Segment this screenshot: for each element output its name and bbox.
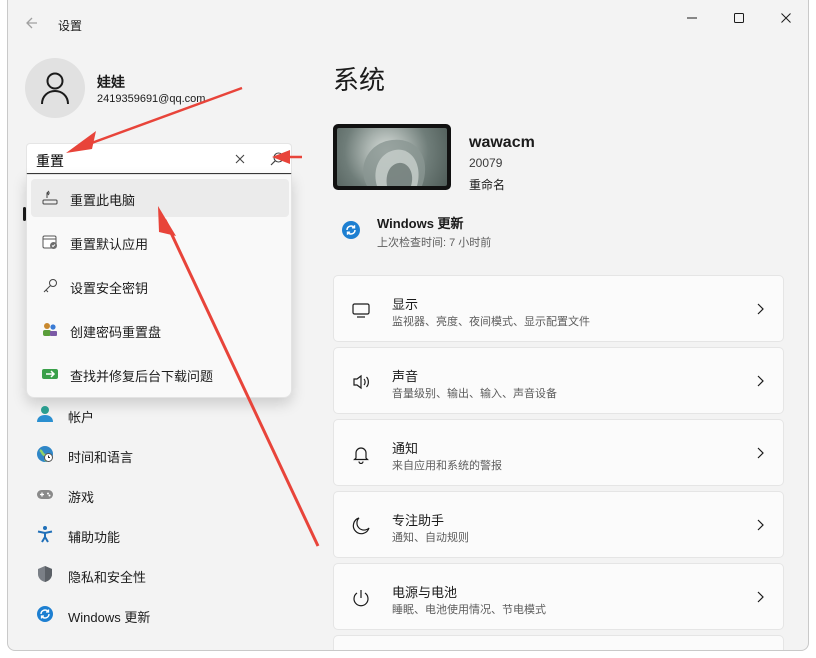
privacy-shield-icon [38,566,52,582]
search-result-label: 重置默认应用 [70,237,149,252]
moon-icon [352,517,370,535]
download-fix-icon [42,369,58,379]
sidebar-item-accessibility[interactable]: 辅助功能 [30,516,300,552]
minimize-icon [687,17,697,19]
windows-update-title[interactable]: Windows 更新 [377,213,464,232]
app-title: 设置 [58,19,83,33]
maximize-button[interactable] [719,8,759,28]
card-sound[interactable]: 声音 音量级别、输出、输入、声音设备 [333,347,784,414]
device-thumbnail [333,124,451,190]
close-button[interactable] [766,8,806,28]
search-results-dropdown: 重置此电脑 重置默认应用 设置安全密钥 创建密码重置盘 查找并修复后台下载问题 [26,174,292,398]
wallpaper-image [337,128,447,186]
windows-update-status-icon [342,221,360,239]
card-subtitle: 来自应用和系统的警报 [392,460,502,472]
chevron-right-icon [757,447,764,459]
card-subtitle: 睡眠、电池使用情况、节电模式 [392,604,546,616]
sidebar-item-windows-update[interactable]: Windows 更新 [30,596,300,632]
chevron-right-icon [757,303,764,315]
display-icon [352,303,370,318]
default-apps-icon [42,235,57,249]
card-title: 专注助手 [392,513,445,528]
sidebar-item-label: 游戏 [68,490,95,505]
sidebar-item-label: 隐私和安全性 [68,570,147,585]
search-input-value: 重置 [36,153,64,169]
search-result-default-apps[interactable]: 重置默认应用 [31,223,289,261]
settings-window: 设置 娃娃 2419359691@qq.com 重置 重置此电脑 重置默认应用 [7,0,809,651]
card-title: 声音 [392,369,419,384]
search-result-password-reset-disk[interactable]: 创建密码重置盘 [31,311,289,349]
account-icon [37,406,53,422]
page-title: 系统 [333,65,386,95]
sidebar-item-label: 帐户 [68,410,95,425]
sidebar-item-time-language[interactable]: 时间和语言 [30,436,300,472]
windows-update-icon [37,606,53,622]
speaker-icon [353,374,369,390]
card-focus-assist[interactable]: 专注助手 通知、自动规则 [333,491,784,558]
search-result-label: 创建密码重置盘 [70,325,162,340]
back-arrow-icon [26,17,37,29]
search-result-label: 设置安全密钥 [70,281,149,296]
gaming-icon [37,490,53,499]
search-icon[interactable] [269,151,285,167]
device-model: 20079 [469,156,503,170]
close-icon [781,13,791,23]
back-button[interactable] [22,12,44,34]
key-icon [43,279,57,293]
search-result-security-key[interactable]: 设置安全密钥 [31,267,289,305]
search-result-label: 重置此电脑 [70,193,136,208]
avatar[interactable] [25,58,85,118]
accessibility-icon [37,526,53,543]
card-title: 通知 [392,441,419,456]
sidebar-item-label: 辅助功能 [68,530,121,545]
sidebar-item-gaming[interactable]: 游戏 [30,476,300,512]
search-result-label: 查找并修复后台下载问题 [70,369,214,384]
sidebar-item-accounts[interactable]: 帐户 [30,396,300,432]
card-subtitle: 监视器、亮度、夜间模式、显示配置文件 [392,316,590,328]
clear-icon[interactable] [232,151,248,167]
user-email: 2419359691@qq.com [97,93,206,105]
sidebar-item-label: Windows 更新 [68,610,151,625]
device-name: wawacm [469,134,535,151]
search-result-download-fix[interactable]: 查找并修复后台下载问题 [31,355,289,393]
user-icon [41,72,69,105]
reset-pc-icon [42,190,58,205]
sidebar-item-label: 时间和语言 [68,450,134,465]
sidebar-item-privacy[interactable]: 隐私和安全性 [30,556,300,592]
power-icon [353,590,369,607]
user-name: 娃娃 [97,74,125,90]
chevron-right-icon [757,519,764,531]
minimize-button[interactable] [672,8,712,28]
chevron-right-icon [757,375,764,387]
password-reset-disk-icon [43,323,57,336]
maximize-icon [734,13,744,23]
card-power-battery[interactable]: 电源与电池 睡眠、电池使用情况、节电模式 [333,563,784,630]
search-input[interactable]: 重置 [26,143,292,175]
rename-link[interactable]: 重命名 [469,176,505,193]
card-subtitle: 通知、自动规则 [392,532,469,544]
bell-icon [353,447,369,464]
card-subtitle: 音量级别、输出、输入、声音设备 [392,388,557,400]
time-language-icon [37,446,53,462]
search-result-reset-pc[interactable]: 重置此电脑 [31,179,289,217]
card-title: 显示 [392,297,419,312]
card-title: 电源与电池 [392,585,458,600]
card-notifications[interactable]: 通知 来自应用和系统的警报 [333,419,784,486]
card-next-partial[interactable] [333,635,784,650]
card-display[interactable]: 显示 监视器、亮度、夜间模式、显示配置文件 [333,275,784,342]
chevron-right-icon [757,591,764,603]
windows-update-subtitle: 上次检查时间: 7 小时前 [377,237,492,249]
title-bar: 设置 [8,0,808,40]
